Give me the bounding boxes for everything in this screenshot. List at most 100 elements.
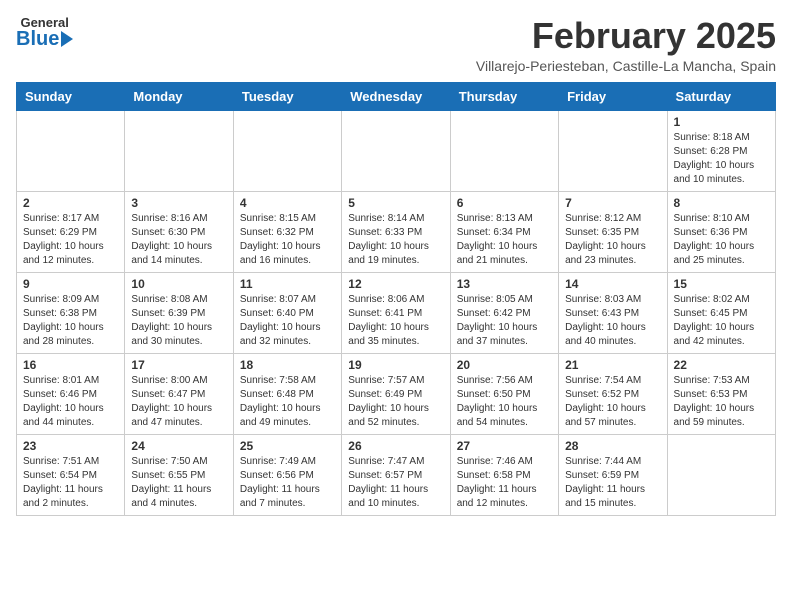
calendar-week-row: 16Sunrise: 8:01 AM Sunset: 6:46 PM Dayli… — [17, 353, 776, 434]
day-info: Sunrise: 7:44 AM Sunset: 6:59 PM Dayligh… — [565, 455, 660, 511]
day-info: Sunrise: 8:06 AM Sunset: 6:41 PM Dayligh… — [348, 293, 443, 349]
day-number: 12 — [348, 277, 443, 291]
calendar-week-row: 23 Sunrise: 7:51 AM Sunset: 6:54 PM Dayli… — [17, 434, 776, 515]
day-info: Sunrise: 8:13 AM Sunset: 6:34 PM Dayligh… — [457, 212, 552, 268]
day-number: 13 — [457, 277, 552, 291]
day-number: 3 — [131, 196, 226, 210]
calendar-week-row: 2 Sunrise: 8:17 AM Sunset: 6:29 PM Daylig… — [17, 191, 776, 272]
day-number: 1 — [674, 115, 769, 129]
table-row: 20 Sunrise: 7:56 AM Sunset: 6:50 PM Dayli… — [450, 353, 558, 434]
table-row: 9 Sunrise: 8:09 AM Sunset: 6:38 PM Daylig… — [17, 272, 125, 353]
day-number: 11 — [240, 277, 335, 291]
table-row: 26 Sunrise: 7:47 AM Sunset: 6:57 PM Dayli… — [342, 434, 450, 515]
table-row: 25 Sunrise: 7:49 AM Sunset: 6:56 PM Dayli… — [233, 434, 341, 515]
day-number: 26 — [348, 439, 443, 453]
logo: General Blue — [16, 16, 73, 49]
day-number: 18 — [240, 358, 335, 372]
table-row: 23 Sunrise: 7:51 AM Sunset: 6:54 PM Dayli… — [17, 434, 125, 515]
day-info: Sunrise: 8:02 AM Sunset: 6:45 PM Dayligh… — [674, 293, 769, 349]
day-number: 9 — [23, 277, 118, 291]
day-number: 17 — [131, 358, 226, 372]
table-row — [559, 110, 667, 191]
table-row — [667, 434, 775, 515]
day-number: 5 — [348, 196, 443, 210]
table-row — [125, 110, 233, 191]
day-number: 8 — [674, 196, 769, 210]
header-friday: Friday — [559, 82, 667, 110]
day-number: 23 — [23, 439, 118, 453]
table-row: 1 Sunrise: 8:18 AM Sunset: 6:28 PM Daylig… — [667, 110, 775, 191]
header-saturday: Saturday — [667, 82, 775, 110]
header-sunday: Sunday — [17, 82, 125, 110]
month-title: February 2025 — [476, 16, 776, 56]
day-info: Sunrise: 8:09 AM Sunset: 6:38 PM Dayligh… — [23, 293, 118, 349]
day-number: 27 — [457, 439, 552, 453]
calendar-table: Sunday Monday Tuesday Wednesday Thursday… — [16, 82, 776, 516]
table-row: 11 Sunrise: 8:07 AM Sunset: 6:40 PM Dayli… — [233, 272, 341, 353]
day-number: 24 — [131, 439, 226, 453]
day-number: 10 — [131, 277, 226, 291]
day-info: Sunrise: 7:58 AM Sunset: 6:48 PM Dayligh… — [240, 374, 335, 430]
table-row: 7 Sunrise: 8:12 AM Sunset: 6:35 PM Daylig… — [559, 191, 667, 272]
day-info: Sunrise: 8:12 AM Sunset: 6:35 PM Dayligh… — [565, 212, 660, 268]
day-info: Sunrise: 7:47 AM Sunset: 6:57 PM Dayligh… — [348, 455, 443, 511]
day-number: 15 — [674, 277, 769, 291]
day-info: Sunrise: 7:46 AM Sunset: 6:58 PM Dayligh… — [457, 455, 552, 511]
day-info: Sunrise: 7:53 AM Sunset: 6:53 PM Dayligh… — [674, 374, 769, 430]
day-info: Sunrise: 7:57 AM Sunset: 6:49 PM Dayligh… — [348, 374, 443, 430]
table-row: 24 Sunrise: 7:50 AM Sunset: 6:55 PM Dayli… — [125, 434, 233, 515]
logo-blue-text: Blue — [16, 29, 59, 49]
day-number: 28 — [565, 439, 660, 453]
day-number: 22 — [674, 358, 769, 372]
logo-flag-icon — [61, 31, 73, 47]
day-info: Sunrise: 7:49 AM Sunset: 6:56 PM Dayligh… — [240, 455, 335, 511]
header-monday: Monday — [125, 82, 233, 110]
day-info: Sunrise: 8:17 AM Sunset: 6:29 PM Dayligh… — [23, 212, 118, 268]
day-info: Sunrise: 8:03 AM Sunset: 6:43 PM Dayligh… — [565, 293, 660, 349]
day-info: Sunrise: 8:18 AM Sunset: 6:28 PM Dayligh… — [674, 131, 769, 187]
table-row: 16Sunrise: 8:01 AM Sunset: 6:46 PM Dayli… — [17, 353, 125, 434]
day-number: 20 — [457, 358, 552, 372]
calendar-header-row: Sunday Monday Tuesday Wednesday Thursday… — [17, 82, 776, 110]
day-info: Sunrise: 8:16 AM Sunset: 6:30 PM Dayligh… — [131, 212, 226, 268]
day-number: 25 — [240, 439, 335, 453]
table-row — [17, 110, 125, 191]
table-row: 22 Sunrise: 7:53 AM Sunset: 6:53 PM Dayli… — [667, 353, 775, 434]
title-section: February 2025 Villarejo-Periesteban, Cas… — [476, 16, 776, 74]
day-number: 21 — [565, 358, 660, 372]
table-row: 14 Sunrise: 8:03 AM Sunset: 6:43 PM Dayli… — [559, 272, 667, 353]
table-row: 5 Sunrise: 8:14 AM Sunset: 6:33 PM Daylig… — [342, 191, 450, 272]
calendar-week-row: 9 Sunrise: 8:09 AM Sunset: 6:38 PM Daylig… — [17, 272, 776, 353]
table-row: 28 Sunrise: 7:44 AM Sunset: 6:59 PM Dayli… — [559, 434, 667, 515]
header-thursday: Thursday — [450, 82, 558, 110]
header-tuesday: Tuesday — [233, 82, 341, 110]
table-row: 4Sunrise: 8:15 AM Sunset: 6:32 PM Daylig… — [233, 191, 341, 272]
table-row — [450, 110, 558, 191]
table-row: 3 Sunrise: 8:16 AM Sunset: 6:30 PM Daylig… — [125, 191, 233, 272]
table-row: 13 Sunrise: 8:05 AM Sunset: 6:42 PM Dayli… — [450, 272, 558, 353]
table-row — [342, 110, 450, 191]
table-row: 8 Sunrise: 8:10 AM Sunset: 6:36 PM Daylig… — [667, 191, 775, 272]
day-info: Sunrise: 7:54 AM Sunset: 6:52 PM Dayligh… — [565, 374, 660, 430]
day-info: Sunrise: 7:50 AM Sunset: 6:55 PM Dayligh… — [131, 455, 226, 511]
calendar-week-row: 1 Sunrise: 8:18 AM Sunset: 6:28 PM Daylig… — [17, 110, 776, 191]
day-number: 14 — [565, 277, 660, 291]
location-title: Villarejo-Periesteban, Castille-La Manch… — [476, 58, 776, 74]
day-info: Sunrise: 8:01 AM Sunset: 6:46 PM Dayligh… — [23, 374, 118, 430]
day-info: Sunrise: 8:05 AM Sunset: 6:42 PM Dayligh… — [457, 293, 552, 349]
day-number: 2 — [23, 196, 118, 210]
day-number: 19 — [348, 358, 443, 372]
table-row: 27 Sunrise: 7:46 AM Sunset: 6:58 PM Dayli… — [450, 434, 558, 515]
table-row: 18 Sunrise: 7:58 AM Sunset: 6:48 PM Dayli… — [233, 353, 341, 434]
table-row: 17 Sunrise: 8:00 AM Sunset: 6:47 PM Dayli… — [125, 353, 233, 434]
day-info: Sunrise: 8:14 AM Sunset: 6:33 PM Dayligh… — [348, 212, 443, 268]
day-info: Sunrise: 8:10 AM Sunset: 6:36 PM Dayligh… — [674, 212, 769, 268]
day-number: 7 — [565, 196, 660, 210]
day-info: Sunrise: 7:56 AM Sunset: 6:50 PM Dayligh… — [457, 374, 552, 430]
table-row: 21 Sunrise: 7:54 AM Sunset: 6:52 PM Dayli… — [559, 353, 667, 434]
day-info: Sunrise: 7:51 AM Sunset: 6:54 PM Dayligh… — [23, 455, 118, 511]
day-info: Sunrise: 8:00 AM Sunset: 6:47 PM Dayligh… — [131, 374, 226, 430]
day-info: Sunrise: 8:07 AM Sunset: 6:40 PM Dayligh… — [240, 293, 335, 349]
day-info: Sunrise: 8:15 AM Sunset: 6:32 PM Dayligh… — [240, 212, 335, 268]
table-row: 12 Sunrise: 8:06 AM Sunset: 6:41 PM Dayli… — [342, 272, 450, 353]
